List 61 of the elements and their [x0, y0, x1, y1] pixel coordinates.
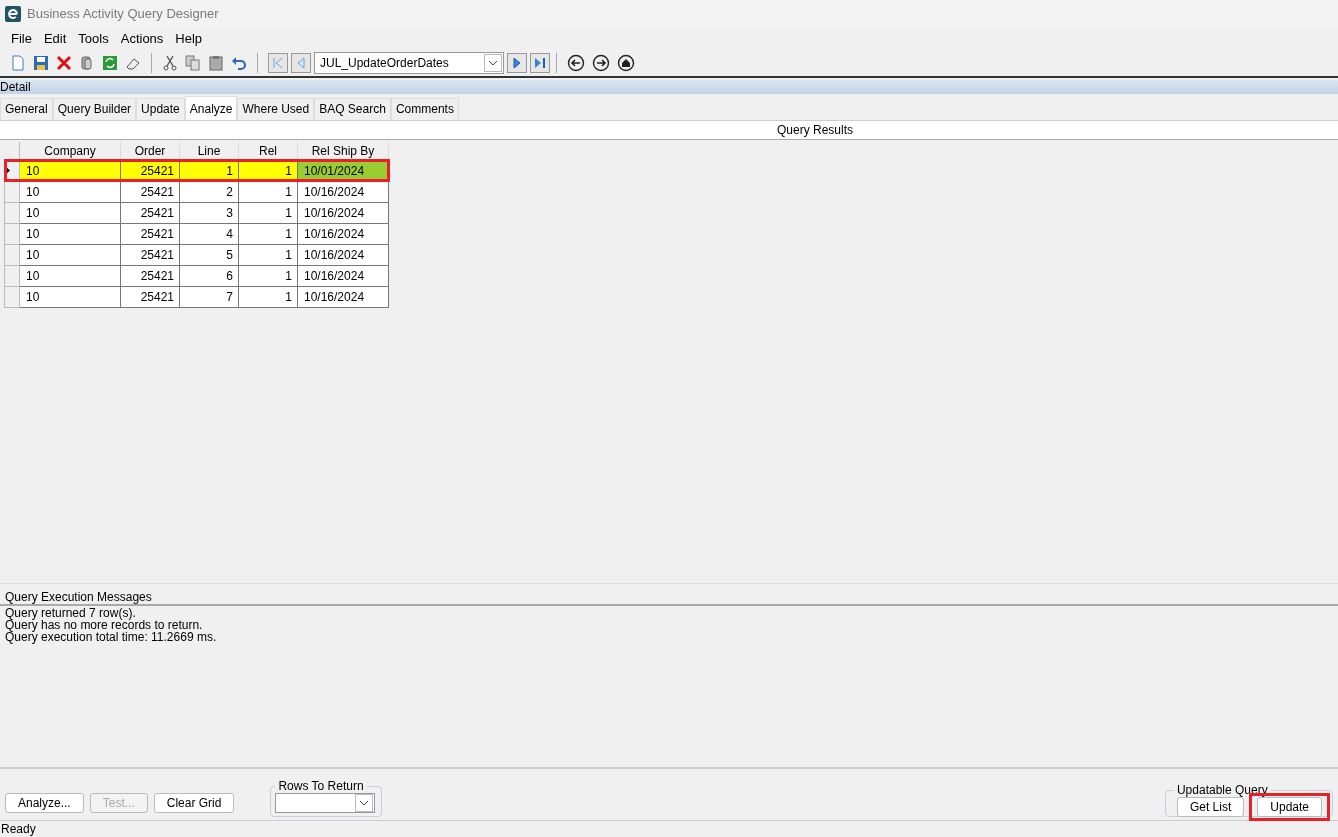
- table-cell: 10/01/2024: [297, 160, 389, 182]
- home-icon[interactable]: [617, 53, 635, 72]
- message-line: Query has no more records to return.: [5, 619, 204, 632]
- table-row[interactable]: 10 25421 7 1 10/16/2024: [4, 286, 389, 308]
- next-record-button[interactable]: [507, 52, 527, 73]
- tab[interactable]: BAQ Search: [314, 97, 391, 120]
- previous-record-button[interactable]: [291, 52, 311, 73]
- tab[interactable]: General: [0, 97, 53, 120]
- message-line: Query execution total time: 11.2669 ms.: [5, 631, 218, 644]
- app-logo-icon: [5, 5, 21, 22]
- tab[interactable]: Where Used: [237, 97, 315, 120]
- panel-title: Detail: [0, 79, 31, 94]
- new-document-icon[interactable]: [10, 54, 26, 71]
- tab[interactable]: Comments: [390, 97, 459, 120]
- menu-item[interactable]: File: [5, 31, 38, 47]
- table-cell: 25421: [120, 160, 180, 182]
- window-title: Business Activity Query Designer: [27, 6, 219, 22]
- table-cell: 10: [19, 160, 121, 182]
- results-title: Query Results: [777, 122, 853, 137]
- action-button[interactable]: Analyze...: [5, 793, 84, 813]
- row-selector[interactable]: [4, 160, 20, 182]
- table-row[interactable]: 10 25421 3 1 10/16/2024: [4, 202, 389, 224]
- table-cell: 1: [179, 160, 239, 182]
- menu-item[interactable]: Actions: [114, 31, 170, 47]
- table-row[interactable]: 10 25421 5 1 10/16/2024: [4, 244, 389, 266]
- table-row[interactable]: 10 25421 4 1 10/16/2024: [4, 223, 389, 245]
- triangle-right-icon: [511, 56, 523, 69]
- table-row[interactable]: 10 25421 2 1 10/16/2024: [4, 181, 389, 203]
- rows-dropdown[interactable]: [275, 793, 376, 813]
- copy-icon[interactable]: [185, 54, 201, 71]
- tab[interactable]: Update: [136, 97, 185, 120]
- table-cell: 1: [238, 160, 298, 182]
- action-button[interactable]: Clear Grid: [153, 793, 235, 813]
- menu-item[interactable]: Edit: [37, 31, 73, 47]
- cut-icon[interactable]: [162, 54, 178, 71]
- chevron-down-icon: [359, 800, 370, 806]
- message-line: Query returned 7 row(s).: [5, 607, 136, 620]
- query-id-dropdown[interactable]: JUL_UpdateOrderDates: [314, 51, 504, 74]
- skip-back-icon: [272, 56, 284, 69]
- menu-item[interactable]: Tools: [72, 31, 115, 47]
- delete-icon[interactable]: [56, 54, 72, 71]
- triangle-left-icon: [295, 56, 307, 69]
- menu-item[interactable]: Help: [169, 31, 209, 47]
- query-button[interactable]: Update: [1257, 796, 1322, 817]
- query-button[interactable]: Get List: [1176, 796, 1245, 817]
- highlighted-row[interactable]: 10 25421 1 1 10/01/2024: [4, 160, 389, 182]
- tab[interactable]: Query Builder: [52, 97, 137, 120]
- paste-icon[interactable]: [208, 54, 224, 71]
- tab[interactable]: Analyze: [184, 95, 238, 120]
- table-row[interactable]: 10 25421 6 1 10/16/2024: [4, 265, 389, 287]
- attachment-icon[interactable]: [79, 54, 95, 71]
- last-record-button[interactable]: [530, 52, 550, 73]
- section-title: Query Execution Messages: [5, 590, 152, 605]
- chevron-down-icon: [488, 59, 498, 66]
- current-row-icon: [5, 165, 10, 175]
- first-record-button[interactable]: [268, 52, 288, 73]
- group-label: Rows To Return: [277, 779, 365, 793]
- status-text: Ready: [1, 822, 36, 836]
- save-icon[interactable]: [33, 54, 49, 71]
- skip-forward-icon: [534, 56, 546, 69]
- refresh-icon[interactable]: [102, 54, 118, 71]
